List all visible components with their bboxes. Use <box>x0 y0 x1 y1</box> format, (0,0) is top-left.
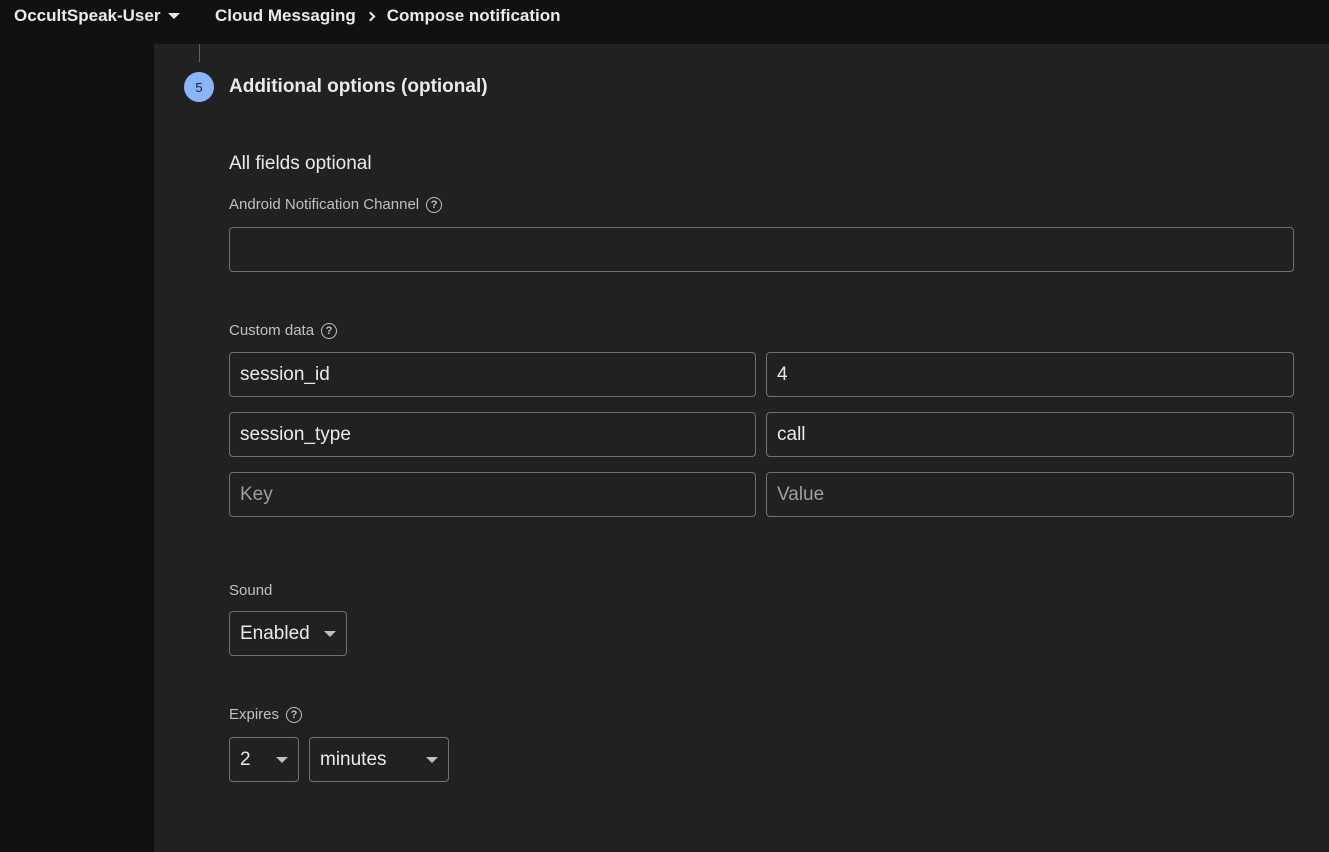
custom-data-label: Custom data ? <box>229 322 338 339</box>
sound-label-text: Sound <box>229 582 273 599</box>
breadcrumb-cloud-messaging[interactable]: Cloud Messaging <box>215 6 356 26</box>
expires-amount-select[interactable]: 2 <box>229 737 299 782</box>
expires-unit-select[interactable]: minutes <box>309 737 449 782</box>
help-icon[interactable]: ? <box>321 322 338 339</box>
help-icon[interactable]: ? <box>286 706 303 723</box>
expires-unit-value: minutes <box>320 748 387 770</box>
custom-data-label-text: Custom data <box>229 322 315 339</box>
section-subtitle: All fields optional <box>229 153 372 174</box>
breadcrumb: Cloud Messaging Compose notification <box>215 6 561 26</box>
custom-data-value-input[interactable]: call <box>766 412 1294 457</box>
breadcrumb-compose-notification: Compose notification <box>386 6 561 25</box>
custom-data-new-key-input[interactable]: Key <box>229 472 756 517</box>
chevron-right-icon <box>365 11 376 21</box>
stepper-connector <box>199 44 200 62</box>
chevron-down-icon <box>168 13 181 19</box>
help-icon[interactable]: ? <box>426 196 443 213</box>
project-name: OccultSpeak-User <box>14 6 161 25</box>
step-title[interactable]: Additional options (optional) <box>229 76 488 98</box>
android-channel-input[interactable] <box>229 227 1294 272</box>
project-switcher[interactable]: OccultSpeak-User <box>14 6 181 26</box>
sound-selected-value: Enabled <box>240 622 310 644</box>
chevron-down-icon <box>324 630 336 637</box>
left-rail <box>0 44 154 852</box>
custom-data-key-input[interactable]: session_type <box>229 412 756 457</box>
chevron-down-icon <box>426 756 438 763</box>
android-channel-label: Android Notification Channel ? <box>229 196 443 213</box>
step-number-badge: 5 <box>184 72 214 102</box>
custom-data-value-input[interactable]: 4 <box>766 352 1294 397</box>
top-bar: OccultSpeak-User Cloud Messaging Compose… <box>0 0 1329 44</box>
sound-select[interactable]: Enabled <box>229 611 347 656</box>
expires-amount-value: 2 <box>240 748 251 770</box>
android-channel-label-text: Android Notification Channel <box>229 196 420 213</box>
expires-label-text: Expires <box>229 706 280 723</box>
custom-data-key-input[interactable]: session_id <box>229 352 756 397</box>
expires-label: Expires ? <box>229 706 303 723</box>
custom-data-new-value-input[interactable]: Value <box>766 472 1294 517</box>
sound-label: Sound <box>229 582 272 599</box>
chevron-down-icon <box>276 756 288 763</box>
